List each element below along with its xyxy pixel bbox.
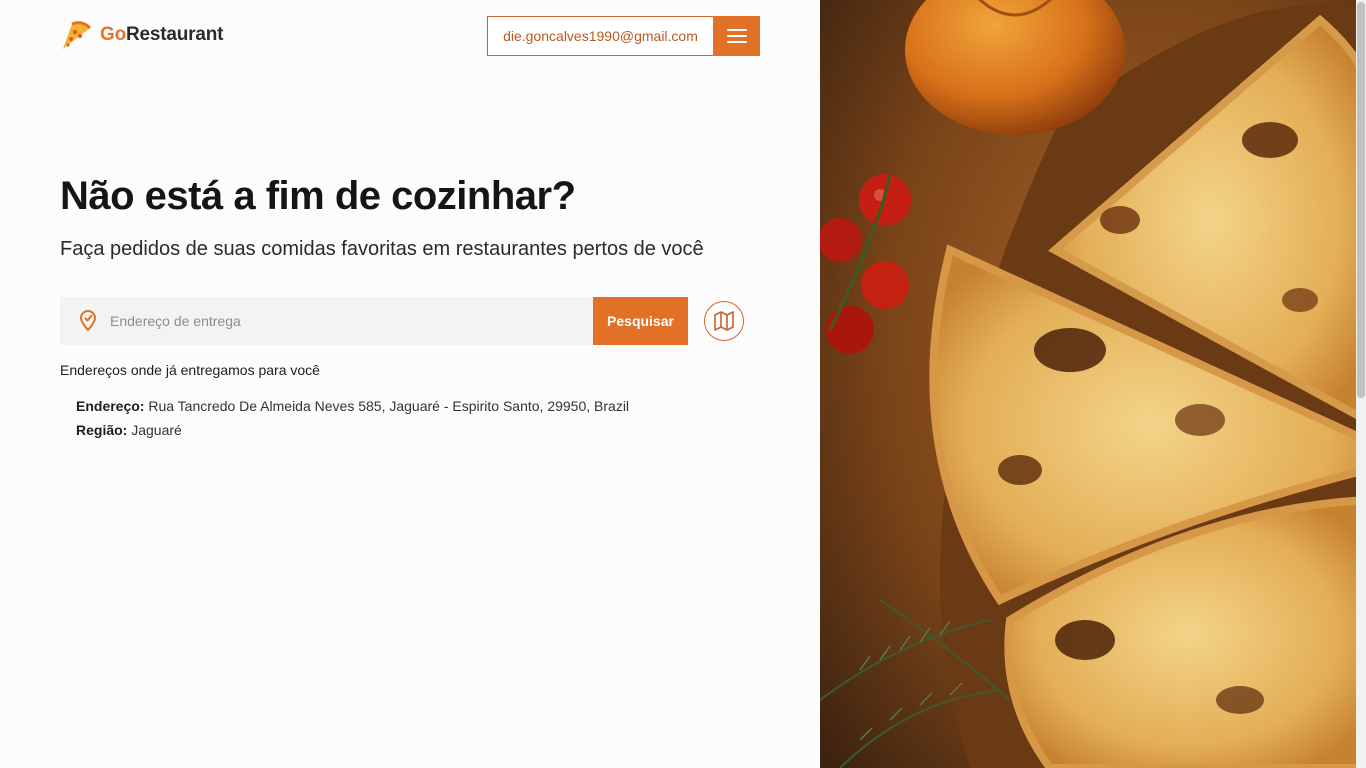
left-panel: GoRestaurant die.goncalves1990@gmail.com… — [0, 0, 820, 768]
location-pin-icon — [79, 310, 97, 332]
page-subtitle: Faça pedidos de suas comidas favoritas e… — [60, 238, 704, 260]
address-value: Rua Tancredo De Almeida Neves 585, Jagua… — [148, 398, 630, 414]
user-email-button[interactable]: die.goncalves1990@gmail.com — [487, 16, 713, 56]
delivered-addresses-title: Endereços onde já entregamos para você — [60, 362, 320, 378]
delivered-address-line[interactable]: Endereço: Rua Tancredo De Almeida Neves … — [76, 398, 629, 414]
delivered-region-line: Região: Jaguaré — [76, 422, 182, 438]
pizza-slice-icon — [63, 21, 92, 49]
pizza-photo — [820, 0, 1366, 768]
region-value: Jaguaré — [131, 422, 182, 438]
address-label: Endereço: — [76, 398, 145, 414]
address-input[interactable] — [110, 313, 570, 329]
map-icon — [714, 311, 734, 331]
region-label: Região: — [76, 422, 128, 438]
search-button[interactable]: Pesquisar — [593, 297, 688, 345]
logo[interactable]: GoRestaurant — [60, 18, 223, 52]
address-search-field — [60, 297, 593, 345]
scrollbar-thumb[interactable] — [1357, 2, 1365, 398]
map-button[interactable] — [704, 301, 744, 341]
menu-button[interactable] — [713, 16, 760, 56]
hero-image — [820, 0, 1366, 768]
logo-text: GoRestaurant — [100, 24, 223, 46]
logo-suffix: Restaurant — [126, 24, 224, 45]
logo-prefix: Go — [100, 24, 126, 45]
page-title: Não está a fim de cozinhar? — [60, 174, 576, 218]
user-menu: die.goncalves1990@gmail.com — [487, 16, 760, 56]
hamburger-menu-icon — [726, 29, 747, 43]
page-scrollbar[interactable] — [1356, 0, 1366, 768]
